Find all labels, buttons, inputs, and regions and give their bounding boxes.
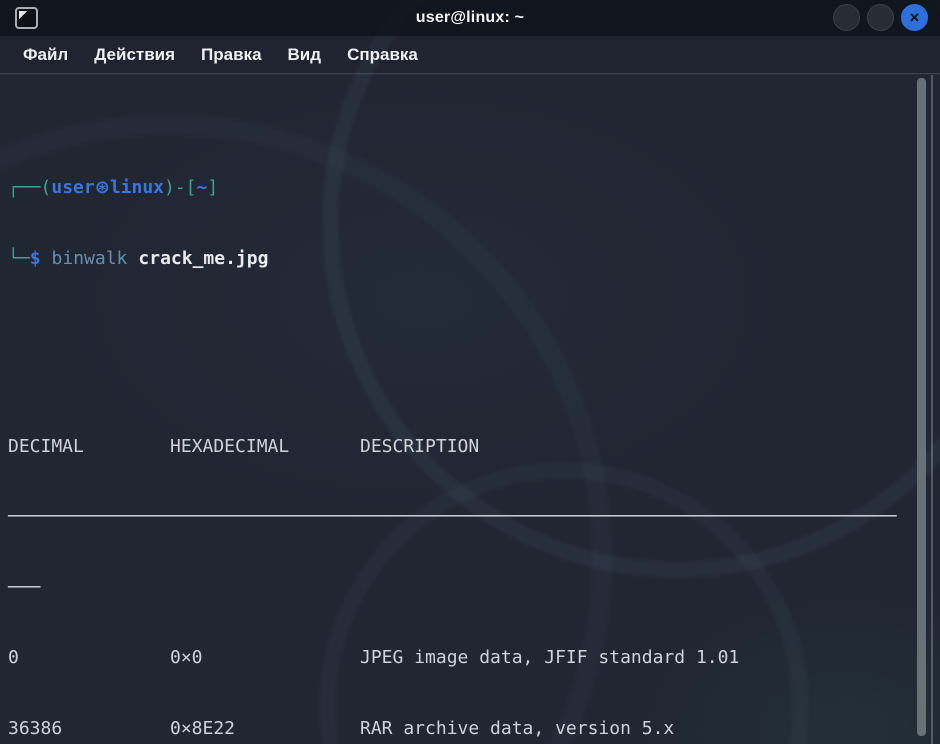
table-separator-wrap: ─── [8,576,904,600]
menu-item-actions[interactable]: Действия [81,36,188,74]
window-title: user@linux: ~ [0,0,940,36]
kali-at-icon: ⊛ [95,177,110,198]
prompt-user: user [51,177,94,198]
close-icon: × [910,9,920,26]
menu-item-help[interactable]: Справка [334,36,431,74]
prompt-dir: ~ [197,177,208,198]
table-row: 363860×8E22RAR archive data, version 5.x [8,717,904,741]
scrollbar-thumb[interactable] [917,78,926,736]
window-controls: × [833,4,928,31]
terminal-window: user@linux: ~ × Файл Действия Правка Вид… [0,0,940,744]
command-line-1: └─$binwalkcrack_me.jpg [8,247,904,271]
minimize-button[interactable] [833,4,860,31]
window-edge-highlight [931,75,933,744]
menu-item-file[interactable]: Файл [10,36,81,74]
command-binwalk: binwalk [52,248,128,269]
terminal-screen[interactable]: ┌──(user⊛linux)-[~] └─$binwalkcrack_me.j… [0,75,940,744]
terminal-content: ┌──(user⊛linux)-[~] └─$binwalkcrack_me.j… [8,82,904,744]
table-header: DECIMALHEXADECIMALDESCRIPTION [8,435,904,459]
prompt-line-1: ┌──(user⊛linux)-[~] [8,176,904,200]
table-row: 00×0JPEG image data, JFIF standard 1.01 [8,646,904,670]
menu-item-view[interactable]: Вид [275,36,335,74]
prompt-host: linux [110,177,164,198]
scrollbar[interactable] [914,78,929,736]
titlebar: user@linux: ~ × [0,0,940,36]
command-arg: crack_me.jpg [138,248,268,269]
close-button[interactable]: × [901,4,928,31]
table-separator: ────────────────────────────────────────… [8,505,904,529]
menu-bar: Файл Действия Правка Вид Справка [0,36,940,74]
menu-item-edit[interactable]: Правка [188,36,274,74]
maximize-button[interactable] [867,4,894,31]
